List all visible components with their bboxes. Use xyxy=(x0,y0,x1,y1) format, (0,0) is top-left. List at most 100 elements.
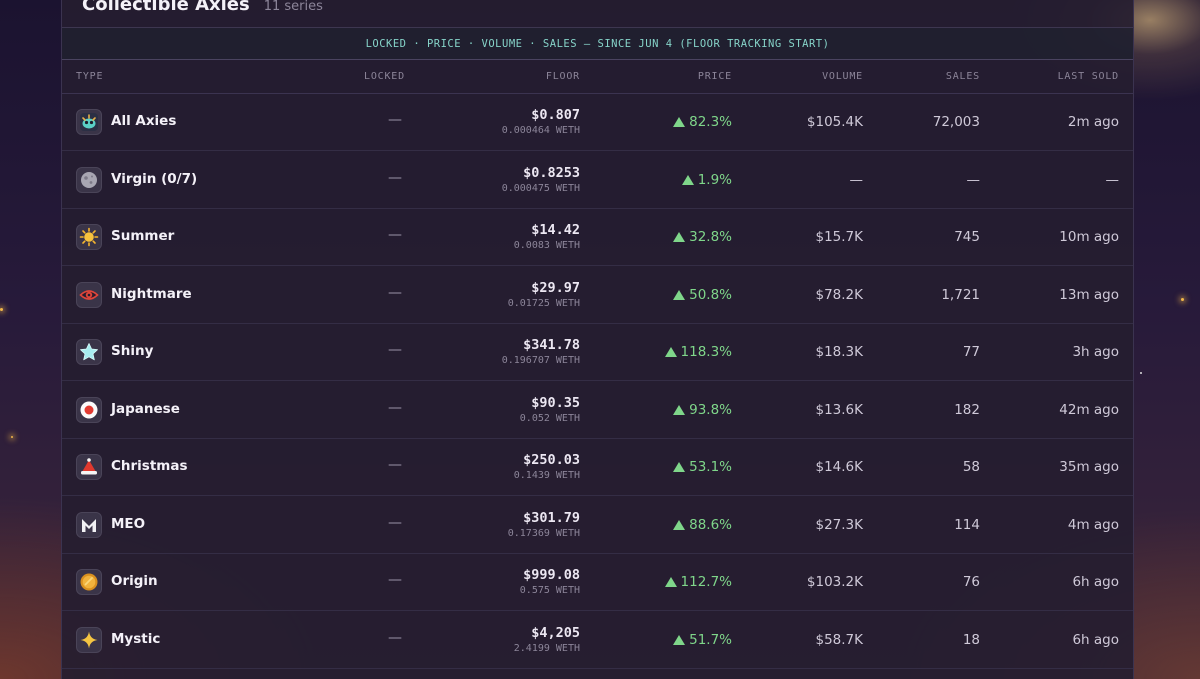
volume-value: $14.6K xyxy=(815,459,863,475)
price-change: 112.7% xyxy=(664,574,732,590)
locked-value: — xyxy=(388,112,402,128)
background-spark xyxy=(1140,372,1142,374)
floor-usd: $0.8253 xyxy=(523,164,580,181)
column-header-sales[interactable]: SALES xyxy=(946,71,980,82)
series-name: Mystic xyxy=(111,630,161,647)
last-sold-value: 2m ago xyxy=(1067,114,1119,130)
price-change: 51.7% xyxy=(673,632,732,648)
price-change-value: 118.3% xyxy=(680,344,732,360)
table-row[interactable]: Christmas — $250.03 0.1439 WETH 53.1% $1… xyxy=(62,439,1133,496)
up-arrow-icon xyxy=(673,519,686,530)
column-header-volume[interactable]: VOLUME xyxy=(822,71,863,82)
up-arrow-icon xyxy=(673,289,686,300)
last-sold-value: 13m ago xyxy=(1059,286,1119,303)
locked-value: — xyxy=(388,399,402,416)
floor-weth: 0.052 WETH xyxy=(519,412,580,424)
volume-value: $58.7K xyxy=(815,631,863,648)
up-arrow-icon xyxy=(664,347,677,357)
column-header-last-sold[interactable]: LAST SOLD xyxy=(1058,71,1119,82)
sales-value: 745 xyxy=(954,229,980,245)
floor-weth: 2.4199 WETH xyxy=(513,642,580,654)
price-change-value: 93.8% xyxy=(689,401,732,418)
floor-weth: 0.196707 WETH xyxy=(501,355,580,366)
table-row[interactable]: Virgin (0/7) — $0.8253 0.000475 WETH 1.9… xyxy=(62,152,1133,209)
table-row[interactable]: Mystic — $4,205 2.4199 WETH 51.7% $58.7K… xyxy=(62,612,1133,669)
sparkle-icon xyxy=(76,626,102,653)
panel-title: Collectible Axies xyxy=(82,0,250,15)
floor-usd: $29.97 xyxy=(531,279,580,296)
volume-value: $15.7K xyxy=(815,229,863,245)
column-header-locked[interactable]: LOCKED xyxy=(364,71,405,82)
sun-icon xyxy=(76,224,102,250)
series-name: Nightmare xyxy=(111,285,192,302)
locked-value: — xyxy=(388,629,402,646)
eye-icon xyxy=(76,281,102,308)
moon-icon xyxy=(76,166,102,193)
sales-value: 76 xyxy=(962,574,980,590)
sales-value: 1,721 xyxy=(941,286,980,303)
last-sold-value: 4m ago xyxy=(1067,516,1119,533)
series-name: Shiny xyxy=(111,343,154,359)
price-change: 118.3% xyxy=(664,344,732,360)
up-arrow-icon xyxy=(673,232,686,242)
price-change: 32.8% xyxy=(673,229,732,245)
price-change-value: 50.8% xyxy=(689,286,732,303)
price-change-value: 51.7% xyxy=(689,631,732,648)
table-row[interactable]: All Axies — $0.807 0.000464 WETH 82.3% $… xyxy=(62,94,1133,151)
volume-value: $78.2K xyxy=(815,286,863,303)
up-arrow-icon xyxy=(673,462,686,472)
table-row[interactable]: Origin — $999.08 0.575 WETH 112.7% $103.… xyxy=(62,554,1133,611)
column-header-type[interactable]: TYPE xyxy=(76,71,103,82)
table-row[interactable]: Japanese — $90.35 0.052 WETH 93.8% $13.6… xyxy=(62,382,1133,439)
price-change-value: 112.7% xyxy=(680,574,732,590)
price-change: 82.3% xyxy=(673,114,732,130)
last-sold-value: 6h ago xyxy=(1072,631,1119,648)
sales-value: 182 xyxy=(954,401,980,418)
column-header-price[interactable]: PRICE xyxy=(698,71,732,82)
table-row[interactable]: MEO — $301.79 0.17369 WETH 88.6% $27.3K … xyxy=(62,497,1133,554)
up-arrow-icon xyxy=(664,577,677,587)
table-row[interactable]: Summer — $14.42 0.0083 WETH 32.8% $15.7K… xyxy=(62,209,1133,266)
series-name: Origin xyxy=(111,573,158,589)
table-row[interactable]: Nightmare — $29.97 0.01725 WETH 50.8% $7… xyxy=(62,267,1133,324)
last-sold-value: — xyxy=(1105,171,1120,188)
floor-usd: $4,205 xyxy=(531,624,580,641)
price-change: 53.1% xyxy=(673,459,732,475)
axie-icon xyxy=(76,109,102,135)
column-header-floor[interactable]: FLOOR xyxy=(546,71,580,82)
last-sold-value: 6h ago xyxy=(1072,574,1119,590)
volume-value: $103.2K xyxy=(806,574,863,590)
price-change-value: 1.9% xyxy=(697,171,732,188)
floor-weth: 0.0083 WETH xyxy=(513,240,580,251)
floor-usd: $341.78 xyxy=(523,337,580,353)
collectibles-panel: Collectible Axies 11 series LOCKED · PRI… xyxy=(61,0,1134,679)
series-name: Christmas xyxy=(111,458,188,474)
volume-value: — xyxy=(849,171,864,188)
series-name: Summer xyxy=(111,228,175,244)
locked-value: — xyxy=(388,227,402,243)
floor-usd: $90.35 xyxy=(531,394,580,411)
volume-value: $27.3K xyxy=(815,516,863,533)
floor-weth: 0.000475 WETH xyxy=(501,182,580,194)
price-change-value: 53.1% xyxy=(689,459,732,475)
background-spark xyxy=(0,308,3,311)
sales-value: — xyxy=(966,171,981,188)
locked-value: — xyxy=(388,169,402,186)
last-sold-value: 35m ago xyxy=(1059,459,1119,475)
sales-value: 18 xyxy=(962,631,980,648)
up-arrow-icon xyxy=(673,634,686,645)
up-arrow-icon xyxy=(673,404,686,415)
price-change-value: 82.3% xyxy=(689,114,732,130)
sales-value: 72,003 xyxy=(932,114,980,130)
santa-hat-icon xyxy=(76,454,102,480)
price-change: 50.8% xyxy=(673,287,732,303)
floor-usd: $14.42 xyxy=(531,222,580,238)
japan-flag-icon xyxy=(76,396,102,423)
star-icon xyxy=(76,339,102,365)
floor-weth: 0.01725 WETH xyxy=(507,297,580,309)
table-row[interactable]: Shiny — $341.78 0.196707 WETH 118.3% $18… xyxy=(62,324,1133,381)
locked-value: — xyxy=(388,342,402,358)
series-name: Virgin (0/7) xyxy=(111,170,198,187)
volume-value: $13.6K xyxy=(815,401,863,418)
price-change: 88.6% xyxy=(673,517,732,533)
